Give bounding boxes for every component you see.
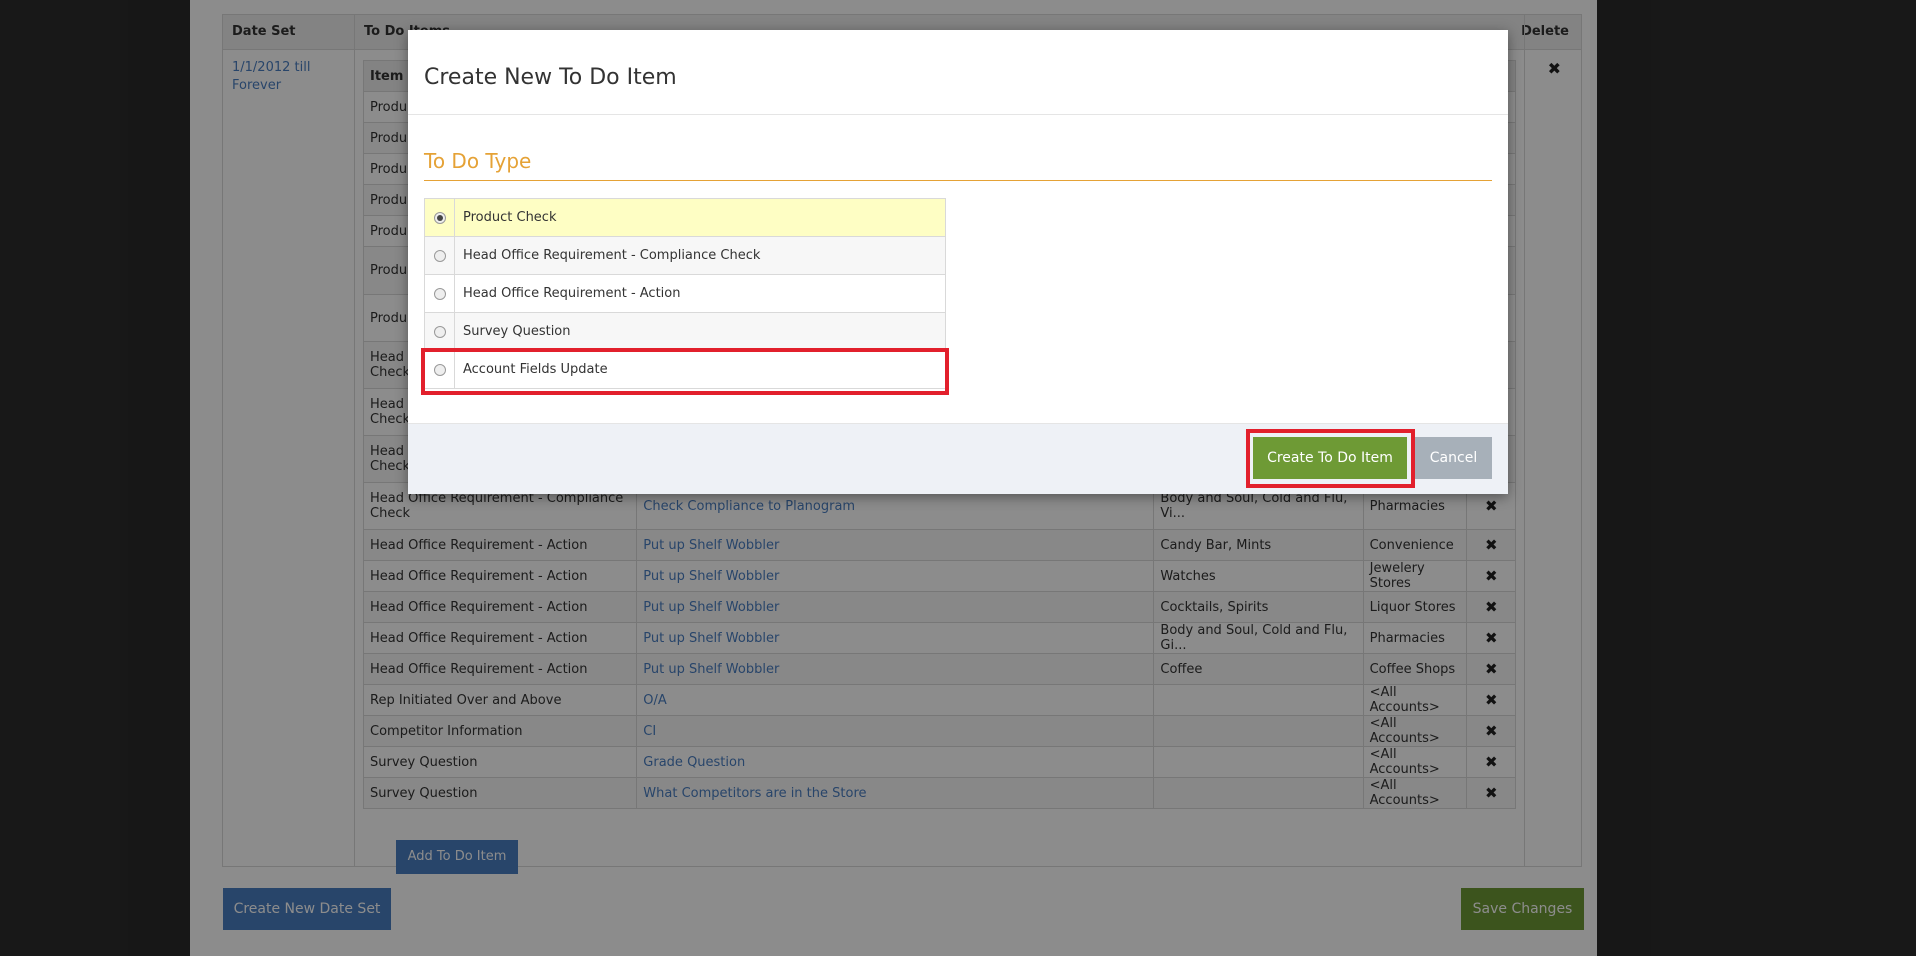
create-todo-modal: Create New To Do Item To Do Type Product… <box>408 30 1508 494</box>
todo-type-option[interactable]: Survey Question <box>424 312 946 351</box>
radio-button[interactable] <box>433 211 446 224</box>
todo-type-label[interactable]: Head Office Requirement - Action <box>454 274 946 313</box>
highlight-create-button <box>1246 429 1415 488</box>
todo-type-heading: To Do Type <box>424 149 532 173</box>
modal-title: Create New To Do Item <box>424 65 677 90</box>
modal-header: Create New To Do Item <box>408 30 1508 115</box>
highlight-account-fields-update <box>421 348 949 395</box>
todo-type-option[interactable]: Head Office Requirement - Compliance Che… <box>424 236 946 275</box>
todo-type-label[interactable]: Survey Question <box>454 312 946 351</box>
radio-cell[interactable] <box>424 236 455 275</box>
todo-type-option[interactable]: Head Office Requirement - Action <box>424 274 946 313</box>
cancel-button[interactable]: Cancel <box>1415 437 1492 479</box>
radio-cell[interactable] <box>424 198 455 237</box>
todo-type-option[interactable]: Product Check <box>424 198 946 237</box>
app-root: Date Set To Do Items Delete 1/1/2012 til… <box>0 0 1916 956</box>
section-divider <box>424 180 1492 181</box>
radio-button[interactable] <box>433 325 446 338</box>
radio-cell[interactable] <box>424 274 455 313</box>
radio-button[interactable] <box>433 287 446 300</box>
radio-button[interactable] <box>433 249 446 262</box>
todo-type-label[interactable]: Head Office Requirement - Compliance Che… <box>454 236 946 275</box>
radio-cell[interactable] <box>424 312 455 351</box>
todo-type-label[interactable]: Product Check <box>454 198 946 237</box>
